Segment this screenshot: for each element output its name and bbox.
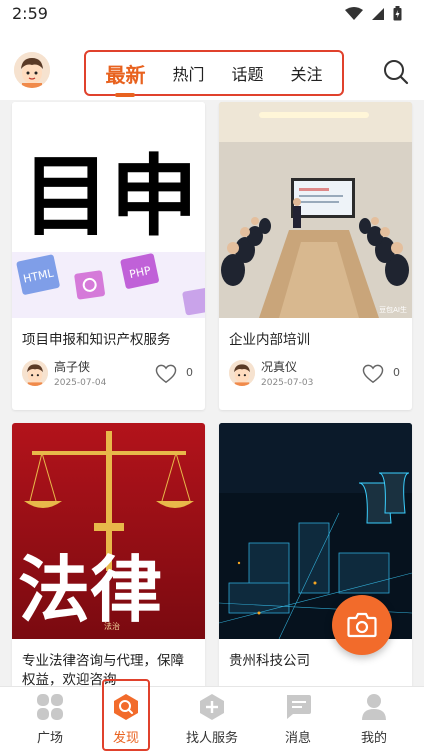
law-poster-image: 法律 法治 (12, 423, 205, 639)
image-watermark: 豆包AI生 (379, 305, 407, 314)
camera-icon (347, 612, 377, 638)
active-tab-indicator (115, 92, 136, 97)
status-icons (345, 6, 402, 21)
law-big-text: 法律 (18, 547, 162, 632)
nav-label: 找人服务 (185, 731, 238, 746)
post-title: 企业内部培训 (229, 332, 310, 348)
tab-following[interactable]: 关注 (288, 61, 324, 85)
add-service-icon (200, 694, 224, 720)
author-avatar[interactable] (22, 360, 48, 386)
post-meta: 况真仪 2025-07-03 0 (219, 350, 412, 396)
post-image: 豆包AI生 (219, 102, 412, 318)
post-date: 2025-07-04 (54, 378, 107, 388)
training-room-image: 豆包AI生 (219, 102, 412, 318)
tab-topics[interactable]: 话题 (229, 61, 265, 85)
post-meta: 高子侠 2025-07-04 0 (12, 350, 205, 396)
author-avatar[interactable] (229, 360, 255, 386)
signal-icon (372, 7, 384, 20)
nav-label: 发现 (112, 731, 139, 746)
camera-fab-button[interactable] (332, 595, 392, 655)
project-poster-image: HTML PHP 目申 (12, 102, 205, 318)
post-image: 法律 法治 (12, 423, 205, 639)
nav-label: 我的 (360, 731, 387, 746)
tab-hot-label: 热门 (172, 65, 205, 84)
user-avatar[interactable] (14, 52, 50, 88)
like-count: 0 (186, 366, 193, 379)
tab-latest[interactable]: 最新 (103, 59, 147, 97)
post-card[interactable]: 豆包AI生 企业内部培训 况真仪 2025-07-03 0 (219, 102, 412, 410)
tab-latest-label: 最新 (105, 62, 146, 87)
post-card[interactable]: 贵州科技公司 (219, 423, 412, 686)
heart-icon[interactable] (155, 364, 177, 384)
wifi-icon (345, 6, 363, 20)
nav-item-square[interactable]: 广场 (8, 687, 92, 754)
square-grid-icon (37, 694, 63, 720)
post-title: 项目申报和知识产权服务 (22, 332, 171, 348)
bottom-nav: 广场 发现 找人服务 消息 我的 (0, 686, 424, 754)
screen: 2:59 最新 热门 话题 关注 HTML PHP 目申 项目申报和知识产权服务… (0, 0, 424, 754)
tab-topics-label: 话题 (231, 65, 264, 84)
nav-label: 消息 (284, 731, 311, 746)
nav-label: 广场 (36, 731, 63, 746)
avatar-icon (229, 360, 255, 386)
feed-tabs: 最新 热门 话题 关注 (84, 50, 344, 97)
header: 最新 热门 话题 关注 (0, 30, 424, 100)
like-count: 0 (393, 366, 400, 379)
post-card[interactable]: HTML PHP 目申 项目申报和知识产权服务 高子侠 2025-07-04 0 (12, 102, 205, 410)
search-icon[interactable] (382, 58, 410, 86)
post-date: 2025-07-03 (261, 378, 314, 388)
discover-icon (114, 694, 138, 720)
nav-item-discover[interactable]: 发现 (84, 687, 168, 754)
author-name: 高子侠 (54, 360, 91, 374)
post-image: HTML PHP 目申 (12, 102, 205, 318)
nav-item-messages[interactable]: 消息 (256, 687, 340, 754)
law-small-text: 法治 (104, 621, 120, 631)
avatar-icon (22, 360, 48, 386)
nav-item-find-service[interactable]: 找人服务 (170, 687, 254, 754)
message-icon (287, 695, 311, 719)
battery-icon (393, 6, 402, 21)
post-card[interactable]: 法律 法治 专业法律咨询与代理，保障权益，欢迎咨询 (12, 423, 205, 686)
tab-hot[interactable]: 热门 (170, 61, 206, 85)
tab-following-label: 关注 (290, 65, 323, 84)
author-name: 况真仪 (261, 360, 298, 374)
avatar-icon (14, 52, 50, 88)
nav-item-profile[interactable]: 我的 (332, 687, 416, 754)
post-title: 专业法律咨询与代理，保障权益，欢迎咨询 (22, 653, 184, 686)
heart-icon[interactable] (362, 364, 384, 384)
status-bar: 2:59 (0, 0, 424, 30)
profile-icon (362, 694, 386, 720)
status-time: 2:59 (12, 4, 48, 23)
poster-big-text: 目申 (22, 145, 198, 248)
